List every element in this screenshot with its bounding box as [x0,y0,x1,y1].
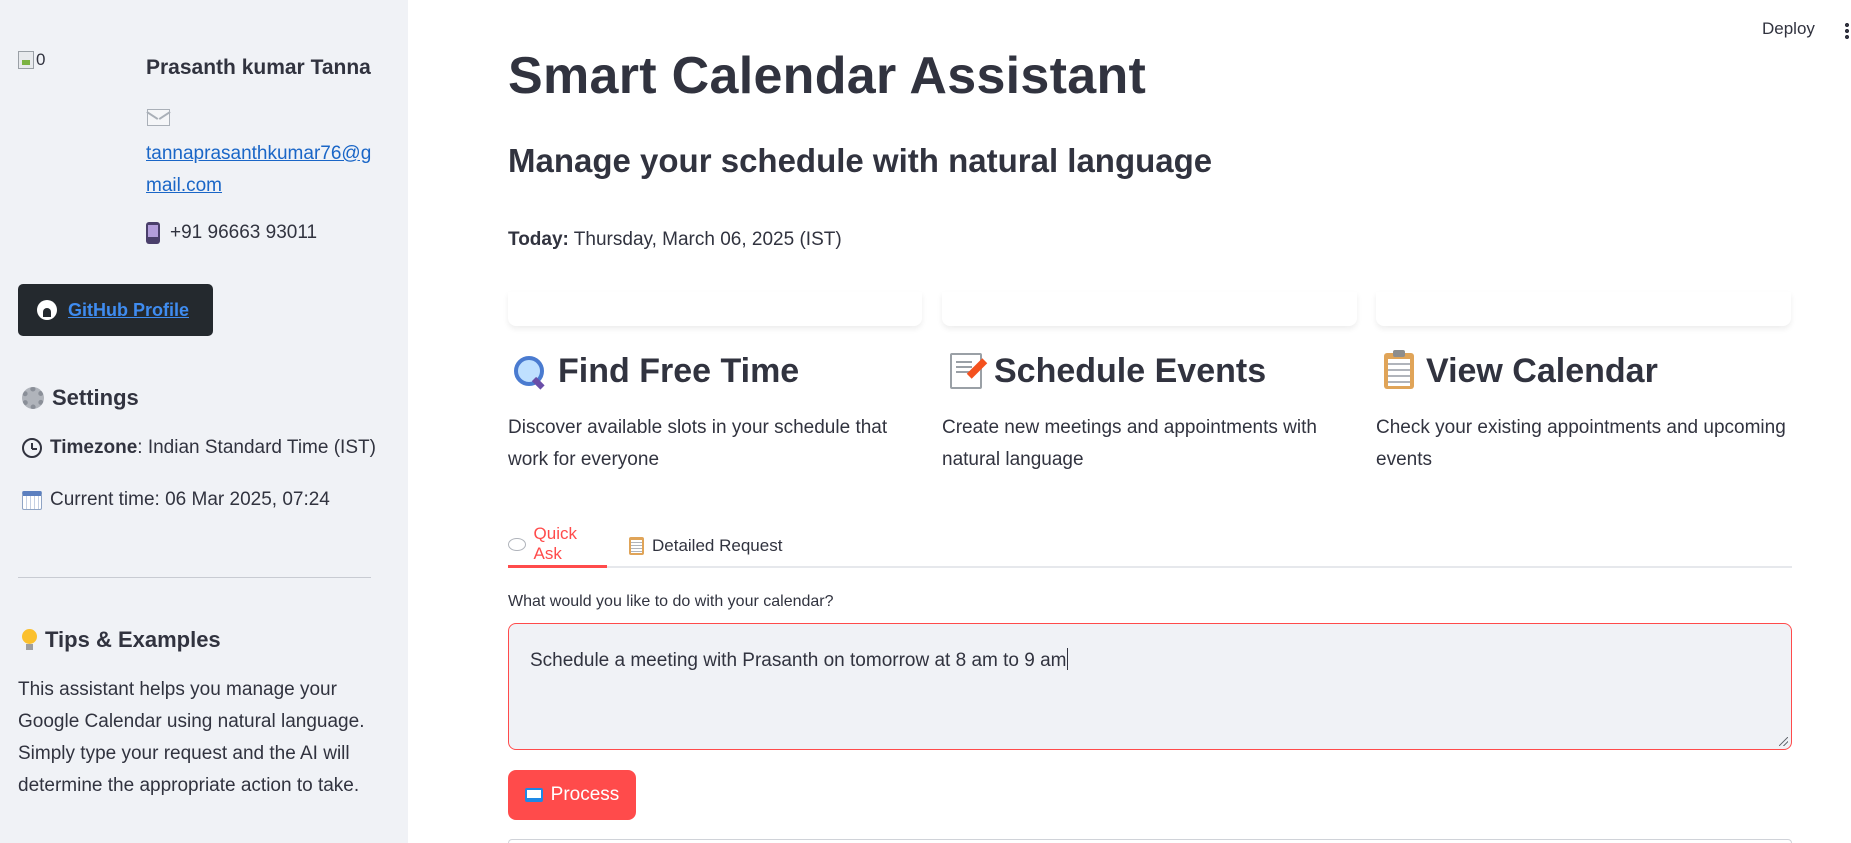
github-icon [37,300,57,320]
mobile-phone-icon [146,222,160,244]
page-title: Smart Calendar Assistant [508,47,1147,105]
feature-schedule-events: Schedule Events Create new meetings and … [942,350,1360,476]
speech-bubble-icon [508,537,526,551]
clipboard-icon [1384,350,1414,389]
envelope-icon [147,109,170,126]
memo-icon [950,353,982,389]
feature-title: Schedule Events [994,351,1267,390]
tips-title: Tips & Examples [45,627,221,652]
tab-bar: Quick Ask Detailed Request [508,523,1792,568]
current-time: Current time: 06 Mar 2025, 07:24 [50,489,330,510]
timezone-row: Timezone: Indian Standard Time (IST) [22,437,376,459]
resize-handle-icon[interactable] [1779,737,1788,746]
feature-description: Check your existing appointments and upc… [1376,417,1786,470]
feature-card-top [1376,292,1791,326]
feature-description: Create new meetings and appointments wit… [942,417,1317,470]
process-label: Process [550,784,620,805]
tab-quick-ask[interactable]: Quick Ask [508,524,607,568]
feature-view-calendar: View Calendar Check your existing appoin… [1376,350,1794,476]
more-options-icon[interactable] [1845,22,1849,40]
profile-name: Prasanth kumar Tanna [146,56,371,79]
email-link[interactable]: tannaprasanthkumar76@gmail.com [146,138,376,202]
phone-number: +91 96663 93011 [170,222,318,243]
tab-detailed-request[interactable]: Detailed Request [629,531,782,568]
timezone-value: : Indian Standard Time (IST) [137,437,376,458]
today-label: Today: [508,229,569,250]
feature-title: View Calendar [1426,351,1658,390]
today-value: Thursday, March 06, 2025 (IST) [568,229,842,250]
gear-icon [22,387,44,409]
phone-row: +91 96663 93011 [146,222,317,244]
page-subtitle: Manage your schedule with natural langua… [508,142,1213,179]
clipboard-icon [629,536,644,555]
deploy-button[interactable]: Deploy [1762,19,1815,39]
light-bulb-icon [22,629,37,651]
tab-label: Detailed Request [652,535,783,555]
broken-image-icon [18,51,34,69]
avatar: 0 [18,50,45,70]
book-icon [524,788,543,802]
github-profile-label[interactable]: GitHub Profile [68,300,189,321]
text-caret [1066,648,1068,670]
timezone-label: Timezone [50,437,138,458]
current-time-row: Current time: 06 Mar 2025, 07:24 [22,489,330,511]
clock-icon [22,438,42,458]
magnifying-glass-icon [512,354,546,388]
feature-find-free-time: Find Free Time Discover available slots … [508,350,922,476]
request-textarea[interactable]: Schedule a meeting with Prasanth on tomo… [508,623,1792,750]
settings-heading: Settings [22,385,139,411]
feature-title: Find Free Time [558,351,800,390]
today-line: Today: Thursday, March 06, 2025 (IST) [508,229,842,251]
request-input-label: What would you like to do with your cale… [508,593,834,610]
feature-card-top [942,292,1357,326]
calendar-icon [22,490,42,510]
avatar-alt-text: 0 [36,50,46,69]
github-profile-button[interactable]: GitHub Profile [18,284,213,336]
tab-label: Quick Ask [533,524,578,563]
request-text: Schedule a meeting with Prasanth on tomo… [530,650,1067,671]
process-button[interactable]: Process [508,770,636,820]
feature-card-top [508,292,922,326]
settings-title: Settings [52,385,139,410]
tips-heading: Tips & Examples [22,627,221,653]
divider [18,577,371,578]
next-panel-edge [508,839,1792,843]
feature-description: Discover available slots in your schedul… [508,417,888,470]
tips-text: This assistant helps you manage your Goo… [18,679,365,796]
sidebar: 0 Prasanth kumar Tanna tannaprasanthkuma… [0,0,408,843]
